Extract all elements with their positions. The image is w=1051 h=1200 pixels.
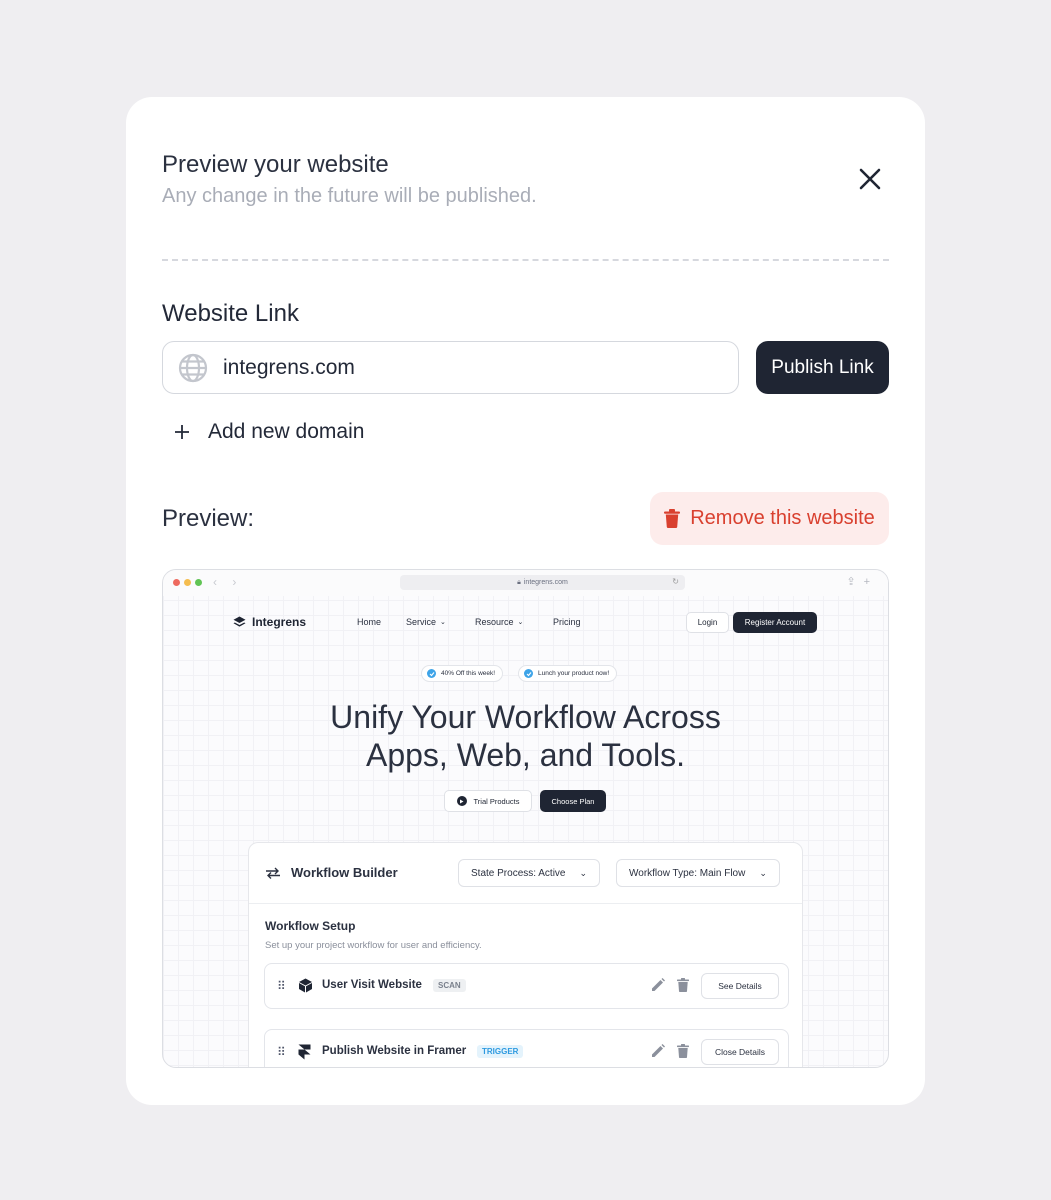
state-process-value: State Process: Active — [471, 867, 566, 879]
workflow-type-value: Workflow Type: Main Flow — [629, 867, 746, 879]
trigger-tag: TRIGGER — [477, 1045, 524, 1058]
minimize-dot — [184, 579, 191, 586]
hero-line-2: Apps, Web, and Tools. — [365, 737, 685, 773]
trash-icon — [664, 509, 681, 528]
workflow-builder-card: Workflow Builder State Process: Active ⌄… — [248, 842, 803, 1067]
lock-icon: 🔒︎ — [517, 578, 521, 586]
publish-link-button[interactable]: Publish Link — [756, 341, 889, 394]
close-details-button: Close Details — [701, 1039, 779, 1065]
plus-icon — [172, 422, 192, 442]
step-title: Publish Website in Framer — [322, 1045, 467, 1057]
workflow-builder-title: Workflow Builder — [291, 865, 398, 880]
launch-pill-label: Lunch your product now! — [538, 670, 610, 677]
website-url-field[interactable] — [162, 341, 739, 394]
scan-tag: SCAN — [433, 979, 466, 992]
nav-service: Service ⌄ — [406, 617, 446, 627]
chevron-down-icon: ⌄ — [759, 867, 767, 878]
trial-products-label: Trial Products — [473, 796, 520, 806]
site-logo: Integrens — [233, 615, 306, 629]
workflow-builder-header: Workflow Builder — [265, 865, 398, 880]
drag-handle-icon: ⠿ — [277, 979, 286, 993]
reload-icon: ↻ — [672, 577, 679, 586]
workflow-type-select: Workflow Type: Main Flow ⌄ — [616, 859, 780, 887]
close-icon — [859, 168, 881, 190]
check-icon — [524, 669, 533, 678]
state-process-select: State Process: Active ⌄ — [458, 859, 601, 887]
launch-pill: Lunch your product now! — [518, 665, 618, 682]
modal-subtitle: Any change in the future will be publish… — [162, 185, 537, 207]
promo-pill-label: 40% Off this week! — [441, 670, 496, 677]
add-domain-label: Add new domain — [208, 420, 365, 443]
site-brand: Integrens — [252, 615, 307, 629]
nav-resource-label: Resource — [475, 617, 514, 627]
nav-pricing-label: Pricing — [553, 617, 581, 627]
step-title: User Visit Website — [322, 979, 422, 991]
trash-icon — [677, 1044, 689, 1058]
nav-pricing: Pricing — [553, 617, 581, 627]
close-dot — [173, 579, 180, 586]
trash-icon — [677, 978, 689, 992]
framer-icon — [298, 1044, 311, 1060]
swap-arrows-icon — [265, 867, 281, 879]
workflow-setup-title: Workflow Setup — [265, 919, 356, 933]
choose-plan-button: Choose Plan — [540, 790, 606, 812]
close-button[interactable] — [854, 163, 886, 195]
dashed-divider — [162, 259, 889, 261]
website-link-label: Website Link — [162, 300, 299, 327]
browser-toolbar: ‹ › 🔒︎ integrens.com ↻ ⇪+ — [163, 570, 888, 596]
chevron-down-icon: ⌄ — [440, 619, 446, 626]
workflow-step-row: ⠿ Publish Website in Framer TRIGGER Clos… — [264, 1029, 789, 1067]
nav-service-label: Service — [406, 617, 437, 627]
trial-products-button: Trial Products — [444, 790, 532, 812]
website-preview-frame: ‹ › 🔒︎ integrens.com ↻ ⇪+ Integrens Home… — [162, 569, 889, 1068]
pencil-icon — [651, 1044, 665, 1058]
preview-label: Preview: — [162, 505, 255, 532]
site-login-button: Login — [686, 612, 729, 633]
address-text: integrens.com — [523, 579, 568, 586]
modal-title: Preview your website — [162, 151, 389, 178]
address-bar: 🔒︎ integrens.com ↻ — [400, 575, 685, 590]
workflow-divider — [249, 903, 802, 904]
promo-pill: 40% Off this week! — [421, 665, 504, 682]
layers-icon — [233, 616, 246, 629]
site-register-button: Register Account — [733, 612, 817, 633]
chevron-down-icon: ⌄ — [579, 867, 588, 878]
see-details-button: See Details — [701, 973, 779, 999]
add-new-domain-button[interactable]: Add new domain — [172, 417, 364, 447]
hero-line-1: Unify Your Workflow Across — [330, 699, 721, 735]
drag-handle-icon: ⠿ — [277, 1045, 286, 1059]
remove-website-label: Remove this website — [690, 507, 875, 529]
workflow-setup-subtitle: Set up your project workflow for user an… — [265, 940, 482, 951]
pencil-icon — [651, 978, 665, 992]
hero-heading: Unify Your Workflow Across Apps, Web, an… — [163, 698, 888, 774]
play-icon — [456, 796, 467, 806]
remove-website-button[interactable]: Remove this website — [650, 492, 889, 545]
chevron-down-icon: ⌄ — [517, 619, 524, 626]
nav-home: Home — [357, 617, 381, 627]
website-url-input[interactable] — [223, 355, 703, 380]
preview-website-modal: Preview your website Any change in the f… — [126, 97, 925, 1105]
nav-home-label: Home — [357, 617, 382, 627]
workflow-step-row: ⠿ User Visit Website SCAN See Details — [264, 963, 789, 1009]
nav-resource: Resource ⌄ — [475, 617, 523, 627]
check-icon — [427, 669, 436, 678]
share-new-tab-icons: ⇪+ — [846, 576, 878, 588]
cube-icon — [298, 978, 313, 993]
maximize-dot — [195, 579, 202, 586]
globe-icon — [177, 352, 209, 384]
back-forward-icon: ‹ › — [213, 575, 243, 589]
